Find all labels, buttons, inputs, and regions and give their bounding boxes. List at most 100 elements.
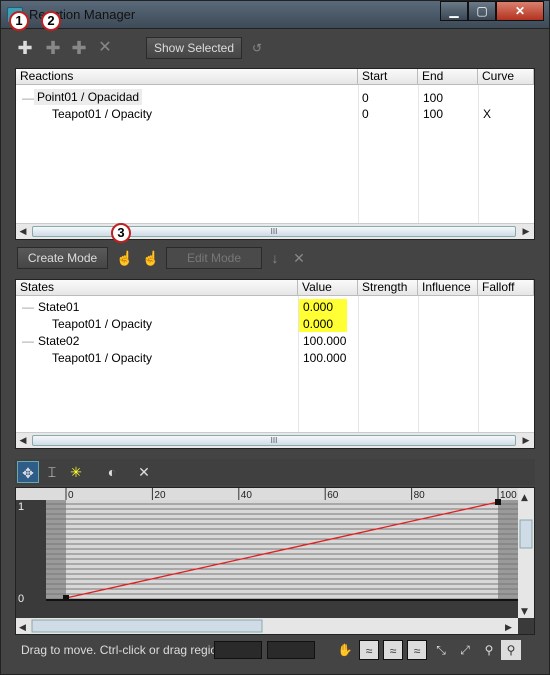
- reaction-row-name[interactable]: Point01 / Opacidad: [34, 89, 143, 105]
- scroll-thumb[interactable]: III: [32, 435, 516, 446]
- divider: [358, 296, 359, 432]
- divider: [418, 85, 419, 223]
- reactions-toolbar: ✚ ✚ ✚ ✕ Show Selected ↺: [9, 35, 543, 63]
- delete-point-icon[interactable]: ◐: [101, 461, 123, 483]
- curve-point-end: [495, 499, 501, 505]
- col-start[interactable]: Start: [358, 69, 418, 85]
- state-row-name[interactable]: State01: [38, 299, 79, 315]
- curve-point-start: [63, 595, 69, 601]
- add-point-icon[interactable]: ✳: [65, 461, 87, 483]
- title-bar[interactable]: Reaction Manager ▁ ▢ ✕: [1, 1, 549, 29]
- col-value[interactable]: Value: [298, 280, 358, 296]
- tree-expander[interactable]: —: [22, 90, 34, 106]
- scroll-down-icon: ▼: [521, 607, 528, 617]
- x-tick-label: 40: [241, 490, 253, 501]
- maximize-button[interactable]: ▢: [468, 1, 496, 21]
- delete-icon[interactable]: ✕: [95, 38, 115, 58]
- status-bar: Drag to move. Ctrl-click or drag region …: [15, 637, 535, 663]
- col-curve[interactable]: Curve: [478, 69, 534, 85]
- col-falloff[interactable]: Falloff: [478, 280, 534, 296]
- divider: [478, 296, 479, 432]
- state-row-value[interactable]: 0.000: [303, 299, 333, 315]
- scroll-right-icon[interactable]: ▶: [519, 433, 533, 448]
- pan-icon[interactable]: ✋: [335, 640, 355, 660]
- edit-mode-button[interactable]: Edit Mode: [166, 247, 262, 269]
- states-hscrollbar[interactable]: ◀ III ▶: [16, 432, 534, 448]
- states-panel: States Value Strength Influence Falloff …: [15, 279, 535, 449]
- curve-graph[interactable]: 0 20 40 60 80 100 1 0 ▲ ▼ ◀ ▶: [16, 488, 534, 634]
- scroll-left-icon: ◀: [19, 623, 26, 633]
- tree-expander[interactable]: —: [22, 299, 34, 315]
- x-tick-label: 0: [68, 490, 74, 501]
- reactions-panel: Reactions Start End Curve — Point01 / Op…: [15, 68, 535, 240]
- y-label-bottom: 0: [18, 593, 24, 605]
- x-tick-label: 80: [414, 490, 426, 501]
- scroll-left-icon[interactable]: ◀: [16, 224, 30, 239]
- status-message: Drag to move. Ctrl-click or drag region …: [21, 643, 234, 657]
- state-row-value[interactable]: 0.000: [303, 316, 333, 332]
- zoom-horizontal-icon[interactable]: ⤡: [431, 640, 451, 660]
- reactions-hscrollbar[interactable]: ◀ III ▶: [16, 223, 534, 239]
- set-state-icon[interactable]: ↓: [265, 248, 285, 268]
- x-tick-label: 60: [327, 490, 339, 501]
- zoom-horizontal-extents-icon[interactable]: ≈: [383, 640, 403, 660]
- state-row-name[interactable]: Teapot01 / Opacity: [52, 350, 152, 366]
- callout-2: 2: [41, 11, 61, 31]
- shade-right: [498, 500, 518, 600]
- y-label-top: 1: [18, 501, 24, 513]
- zoom-value-extents-icon[interactable]: ≈: [407, 640, 427, 660]
- reaction-row-name[interactable]: Teapot01 / Opacity: [52, 106, 152, 122]
- v-scroll-thumb: [519, 519, 533, 549]
- col-end[interactable]: End: [418, 69, 478, 85]
- remove-icon[interactable]: ✕: [133, 461, 155, 483]
- state-row-name[interactable]: Teapot01 / Opacity: [52, 316, 152, 332]
- scroll-right-icon[interactable]: ▶: [519, 224, 533, 239]
- curve-toolbar: ✥ ⌶ ✳ ◐ ✕: [15, 459, 535, 485]
- add-selected-icon[interactable]: ✚: [43, 38, 63, 58]
- value-field[interactable]: [267, 641, 315, 659]
- create-mode-button[interactable]: Create Mode: [17, 247, 108, 269]
- col-strength[interactable]: Strength: [358, 280, 418, 296]
- scroll-left-icon[interactable]: ◀: [16, 433, 30, 448]
- minimize-button[interactable]: ▁: [440, 1, 468, 21]
- scroll-right-icon: ▶: [505, 623, 512, 633]
- v-scrollbar: [518, 488, 534, 618]
- state-row-value[interactable]: 100.000: [303, 350, 346, 366]
- scroll-up-icon: ▲: [521, 493, 528, 503]
- show-selected-button[interactable]: Show Selected: [146, 37, 242, 59]
- add-slave-icon[interactable]: ✚: [69, 38, 89, 58]
- divider: [418, 296, 419, 432]
- tree-expander[interactable]: —: [22, 333, 34, 349]
- scroll-thumb[interactable]: III: [32, 226, 516, 237]
- state-row-value[interactable]: 100.000: [303, 333, 346, 349]
- reaction-row-end: 100: [423, 107, 444, 121]
- add-master-icon[interactable]: ✚: [15, 38, 35, 58]
- divider: [358, 85, 359, 223]
- col-states[interactable]: States: [16, 280, 298, 296]
- ruler: [16, 488, 518, 500]
- frame-field[interactable]: [214, 641, 262, 659]
- state-row-name[interactable]: State02: [38, 333, 79, 349]
- callout-1: 1: [9, 11, 29, 31]
- x-tick-label: 100: [500, 490, 517, 501]
- h-scroll-thumb: [31, 619, 263, 633]
- col-reactions[interactable]: Reactions: [16, 69, 358, 85]
- reaction-row-end: 100: [423, 91, 444, 105]
- move-keys-icon[interactable]: ✥: [17, 461, 39, 483]
- callout-3: 3: [111, 223, 131, 243]
- refresh-icon[interactable]: ↺: [247, 38, 267, 58]
- delete-state-icon[interactable]: ✕: [289, 248, 309, 268]
- zoom-vertical-icon[interactable]: ⤢: [455, 640, 475, 660]
- shade-left: [46, 500, 66, 600]
- zoom-icon[interactable]: ⚲: [479, 640, 499, 660]
- zoom-extents-icon[interactable]: ≈: [359, 640, 379, 660]
- zoom-region-icon[interactable]: ⚲: [501, 640, 521, 660]
- close-button[interactable]: ✕: [496, 1, 544, 21]
- append-state-icon[interactable]: ☝: [141, 248, 161, 268]
- reaction-manager-window: Reaction Manager ▁ ▢ ✕ 1 2 ✚ ✚ ✚ ✕ Show …: [0, 0, 550, 675]
- scale-keys-icon[interactable]: ⌶: [41, 461, 63, 483]
- col-influence[interactable]: Influence: [418, 280, 478, 296]
- reaction-row-start: 0: [362, 91, 369, 105]
- curve-editor[interactable]: 0 20 40 60 80 100 1 0 ▲ ▼ ◀ ▶: [15, 487, 535, 635]
- create-state-icon[interactable]: ☝: [115, 248, 135, 268]
